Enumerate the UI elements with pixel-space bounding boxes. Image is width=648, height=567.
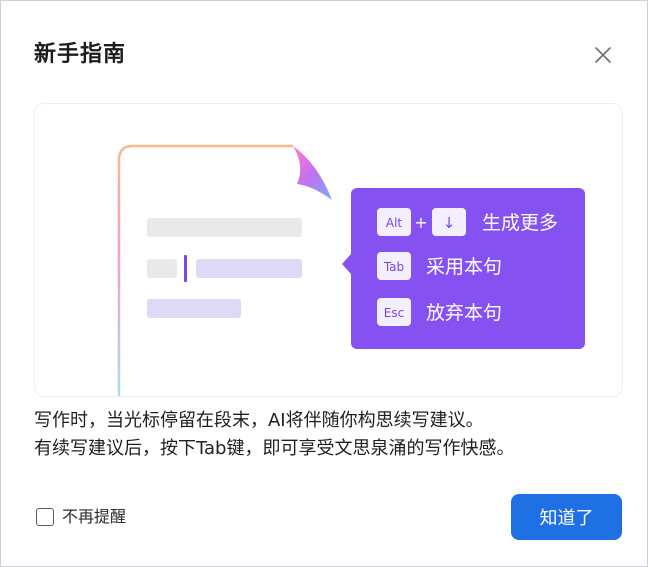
guide-dialog: 新手指南 Alt + ↓ 生成更多 Tab 采用本句 Esc 放弃本句 写作时，… bbox=[0, 0, 648, 567]
key-down-arrow: ↓ bbox=[443, 214, 456, 232]
dont-remind-label: 不再提醒 bbox=[62, 507, 127, 526]
guide-description: 写作时，当光标停留在段末，AI将伴随你构思续写建议。 有续写建议后，按下Tab键… bbox=[34, 407, 514, 463]
close-icon[interactable] bbox=[591, 43, 615, 67]
shortcut-label: 生成更多 bbox=[482, 212, 558, 234]
dialog-title: 新手指南 bbox=[34, 42, 127, 67]
shortcut-popup: Alt + ↓ 生成更多 Tab 采用本句 Esc 放弃本句 bbox=[342, 188, 585, 349]
shortcut-label: 采用本句 bbox=[426, 256, 502, 278]
text-placeholder-line bbox=[147, 218, 302, 237]
confirm-button[interactable]: 知道了 bbox=[511, 494, 622, 540]
suggestion-placeholder-line bbox=[147, 299, 241, 318]
key-tab: Tab bbox=[383, 260, 404, 274]
guide-illustration: Alt + ↓ 生成更多 Tab 采用本句 Esc 放弃本句 bbox=[34, 103, 623, 397]
plus-sign: + bbox=[414, 213, 427, 232]
description-line-2: 有续写建议后，按下Tab键，即可享受文思泉涌的写作快感。 bbox=[34, 438, 515, 459]
key-alt: Alt bbox=[386, 216, 403, 230]
description-line-1: 写作时，当光标停留在段末，AI将伴随你构思续写建议。 bbox=[34, 410, 484, 431]
text-cursor bbox=[184, 255, 187, 282]
shortcut-label: 放弃本句 bbox=[426, 302, 502, 324]
text-placeholder-line bbox=[147, 259, 177, 278]
dont-remind-checkbox[interactable] bbox=[36, 508, 54, 526]
suggestion-placeholder-line bbox=[196, 259, 302, 278]
dont-remind-checkbox-row[interactable]: 不再提醒 bbox=[36, 506, 126, 528]
key-esc: Esc bbox=[384, 306, 404, 320]
